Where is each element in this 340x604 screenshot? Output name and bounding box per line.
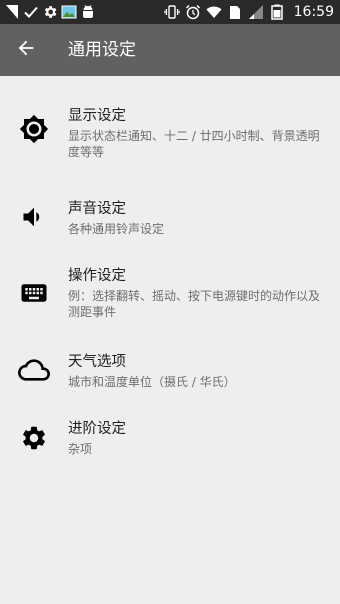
status-right-icons: 16:59 (164, 0, 334, 24)
brightness-icon (18, 113, 50, 145)
settings-item-subtitle: 显示状态栏通知、十二 / 廿四小时制、背景透明度等等 (68, 129, 320, 159)
volume-icon (18, 201, 50, 233)
settings-item-subtitle: 例：选择翻转、摇动、按下电源键时的动作以及测距事件 (68, 289, 321, 319)
settings-item-display[interactable]: 显示设定 显示状态栏通知、十二 / 廿四小时制、背景透明度等等 (0, 86, 340, 170)
settings-item-title: 显示设定 (68, 108, 126, 124)
vibrate-icon (164, 4, 180, 20)
alarm-icon (185, 4, 201, 20)
settings-item-title: 天气选项 (68, 354, 126, 370)
gear-icon (42, 4, 58, 20)
settings-item-controls[interactable]: 操作设定 例：选择翻转、摇动、按下电源键时的动作以及测距事件 (0, 252, 340, 336)
settings-item-title: 声音设定 (68, 201, 126, 217)
page-title: 通用设定 (68, 40, 136, 60)
settings-item-title: 进阶设定 (68, 421, 126, 437)
settings-item-subtitle: 杂项 (68, 442, 93, 456)
gallery-icon (61, 4, 77, 20)
settings-item-subtitle: 各种通用铃声设定 (68, 222, 165, 236)
keyboard-icon (18, 277, 50, 309)
status-bar: 16:59 (0, 0, 340, 24)
check-icon (23, 4, 39, 20)
settings-item-advanced[interactable]: 进阶设定 杂项 (0, 410, 340, 472)
battery-icon (269, 4, 285, 20)
settings-item-subtitle: 城市和温度单位（摄氏 / 华氏） (68, 375, 236, 389)
settings-item-sound[interactable]: 声音设定 各种通用铃声设定 (0, 180, 340, 250)
sim-card-icon (4, 4, 20, 20)
back-button[interactable] (12, 36, 40, 64)
status-left-icons (4, 3, 96, 21)
android-bug-icon (80, 4, 96, 20)
settings-gear-icon (18, 422, 50, 454)
wifi-icon (206, 4, 222, 20)
app-toolbar: 通用设定 (0, 24, 340, 76)
arrow-back-icon (15, 37, 37, 63)
settings-item-title: 操作设定 (68, 268, 126, 284)
cloud-icon (18, 354, 50, 386)
signal-bars-icon (248, 4, 264, 20)
sim-signal-icon (227, 4, 243, 20)
status-time: 16:59 (293, 4, 334, 20)
settings-item-weather[interactable]: 天气选项 城市和温度单位（摄氏 / 华氏） (0, 340, 340, 402)
